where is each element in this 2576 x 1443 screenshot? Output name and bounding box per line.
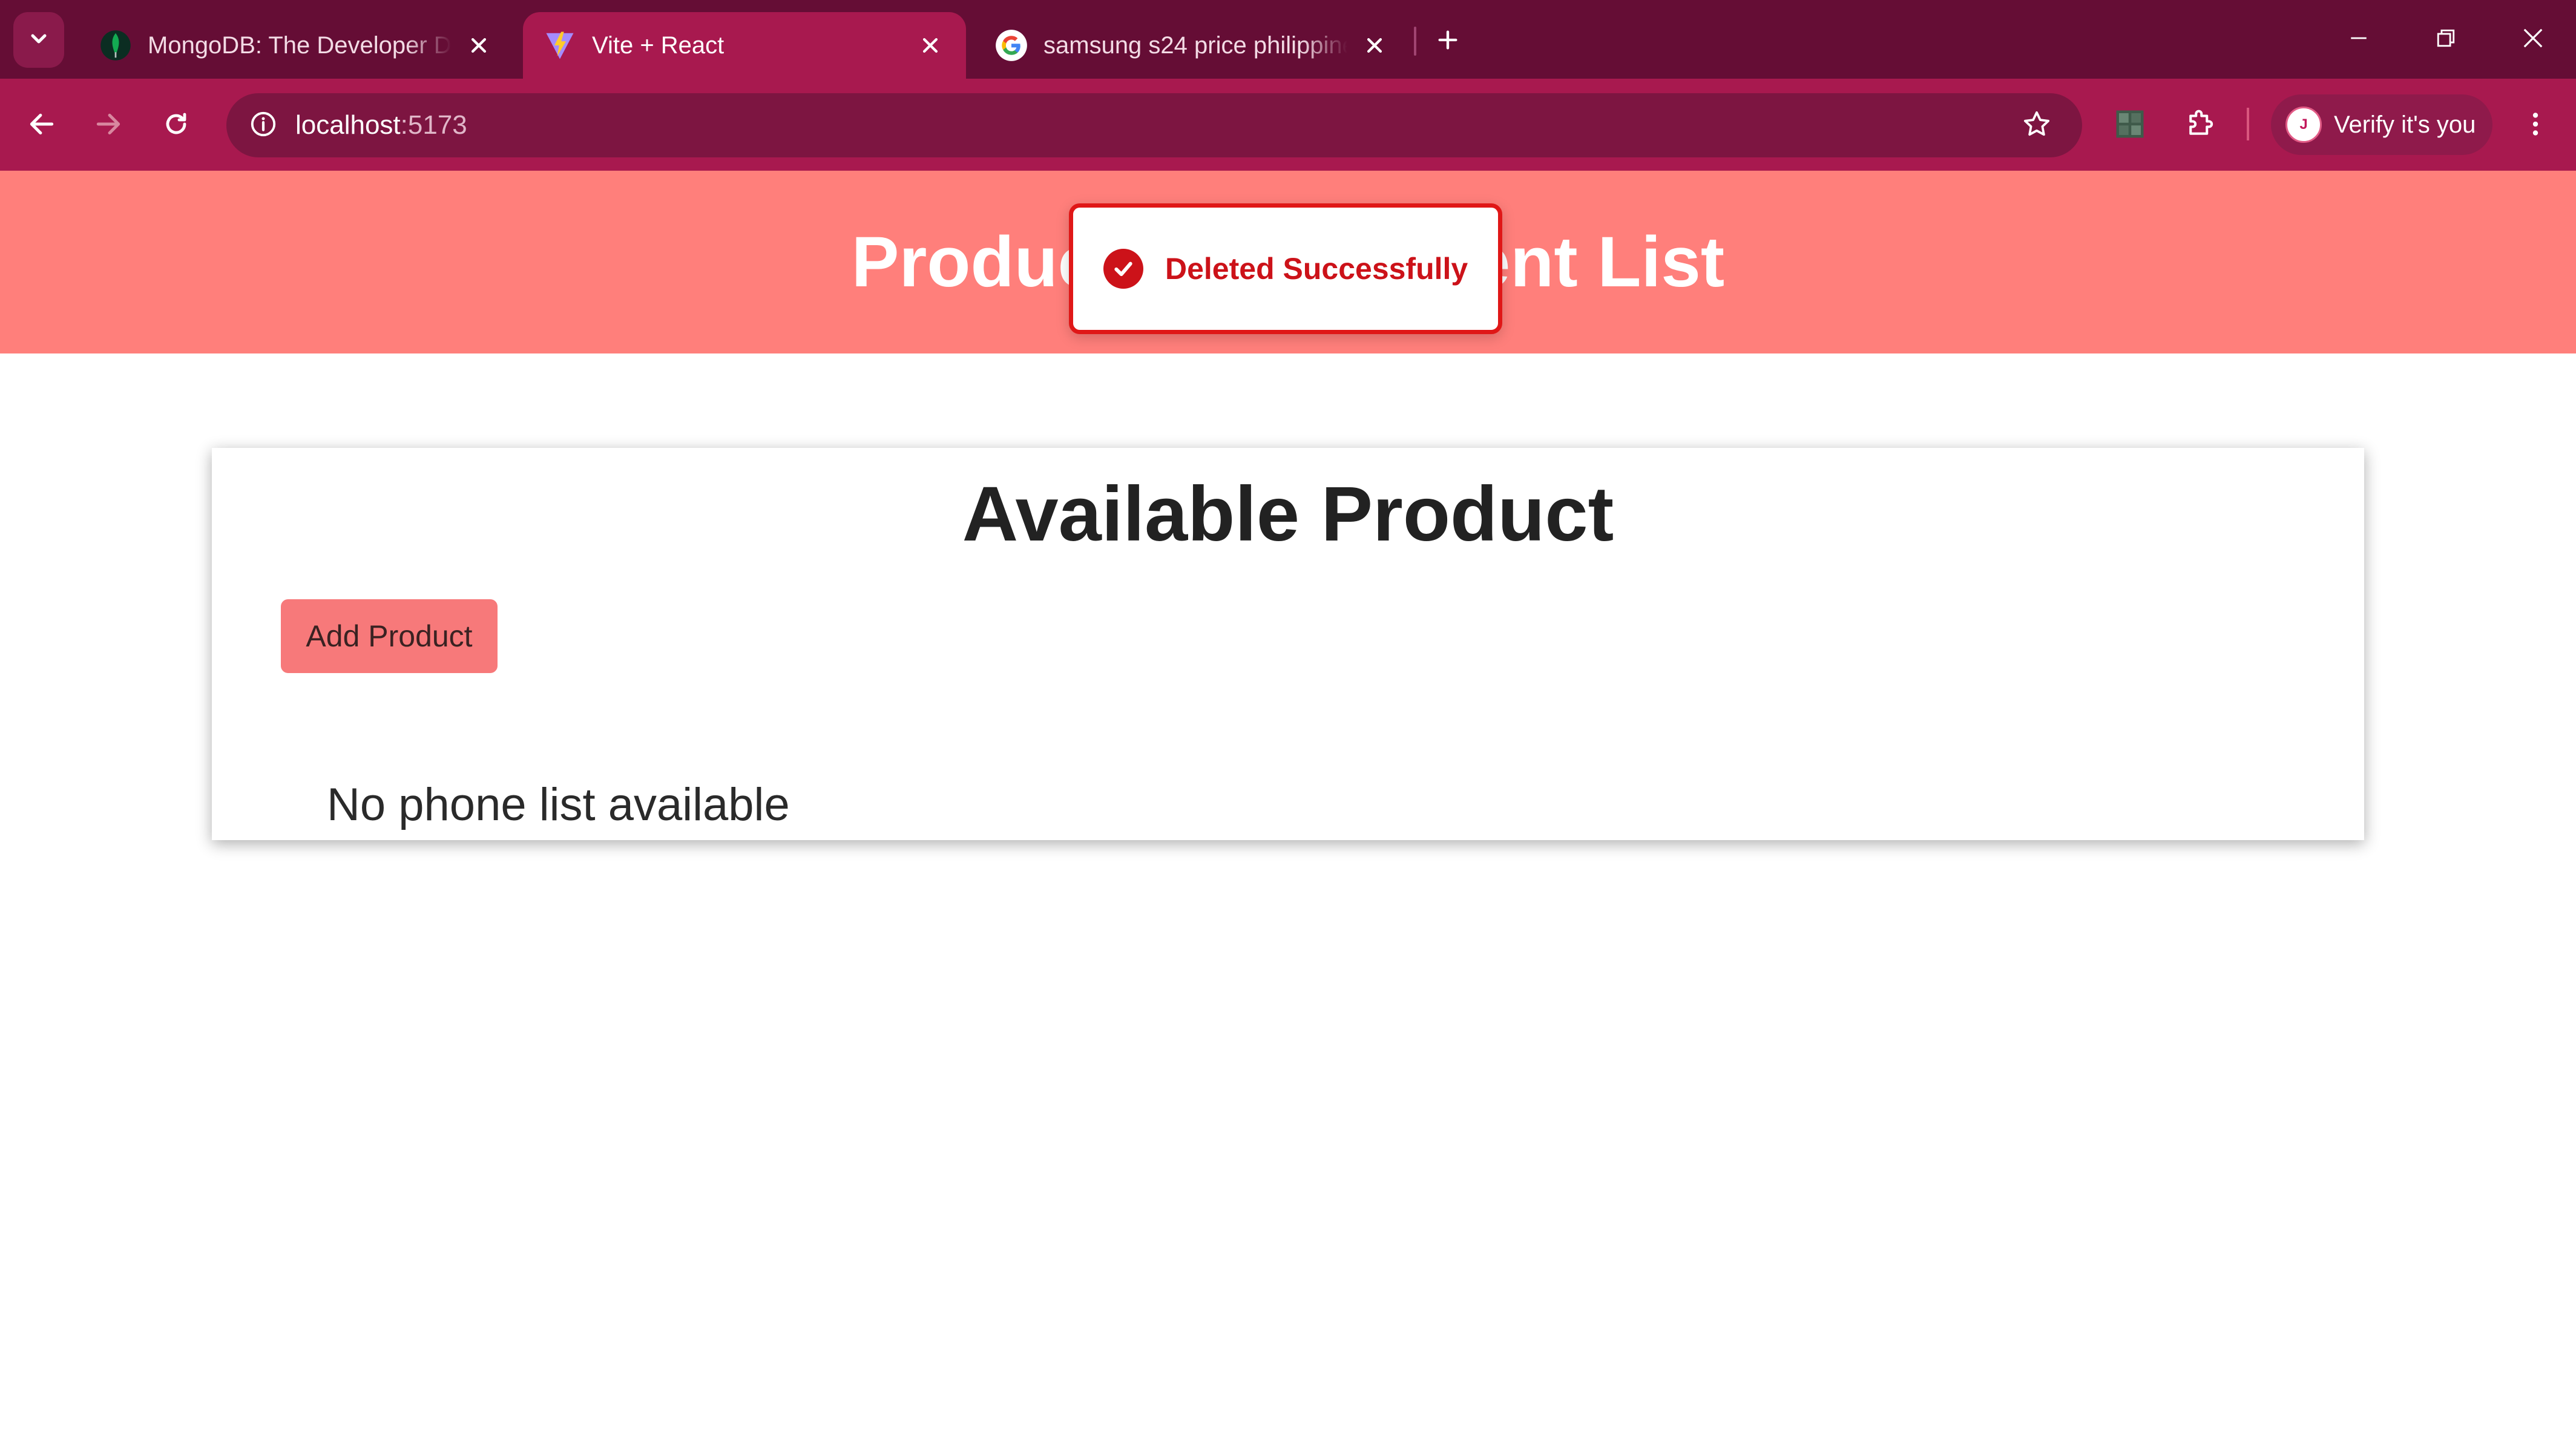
url-text[interactable]: localhost:5173 xyxy=(295,93,467,157)
close-icon xyxy=(2522,27,2545,53)
grid-extension-icon xyxy=(2114,108,2146,143)
product-card: Available Product Add Product No phone l… xyxy=(212,448,2364,840)
mongodb-leaf-icon xyxy=(99,29,132,62)
url-port: :5173 xyxy=(400,110,467,140)
toast-notification: Deleted Successfully xyxy=(1069,203,1502,334)
browser-toolbar: localhost:5173 J Verify it's you xyxy=(0,79,2576,171)
site-info-button[interactable] xyxy=(242,104,284,146)
forward-button[interactable] xyxy=(81,98,136,153)
address-bar[interactable]: localhost:5173 xyxy=(226,93,2082,157)
kebab-menu-icon xyxy=(2520,109,2551,142)
extension-button[interactable] xyxy=(2103,98,2157,153)
url-host: localhost xyxy=(295,110,401,140)
add-product-button[interactable]: Add Product xyxy=(281,599,498,673)
tab-title: samsung s24 price philippines - Google S… xyxy=(1043,31,1347,59)
window-close-button[interactable] xyxy=(2494,12,2572,67)
minimize-button[interactable] xyxy=(2319,12,2398,67)
card-title: Available Product xyxy=(962,471,1614,557)
toast-message: Deleted Successfully xyxy=(1165,252,1468,286)
reload-button[interactable] xyxy=(149,98,203,153)
tab-mongodb[interactable]: MongoDB: The Developer Data Platform xyxy=(79,12,514,79)
tab-divider xyxy=(1414,27,1416,56)
tab-title: MongoDB: The Developer Data Platform xyxy=(148,31,452,59)
close-icon[interactable] xyxy=(464,30,494,61)
restore-icon xyxy=(2436,28,2456,51)
star-icon xyxy=(2022,109,2052,142)
info-icon xyxy=(249,110,277,141)
minimize-icon xyxy=(2348,28,2369,51)
extensions-menu-button[interactable] xyxy=(2173,98,2227,153)
restore-button[interactable] xyxy=(2407,12,2485,67)
tab-strip: MongoDB: The Developer Data Platform Vit… xyxy=(0,0,2576,79)
profile-status-label: Verify it's you xyxy=(2334,111,2476,138)
close-icon[interactable] xyxy=(1359,30,1390,61)
tab-google-search[interactable]: samsung s24 price philippines - Google S… xyxy=(974,12,1410,79)
tab-title: Vite + React xyxy=(592,31,724,59)
chevron-down-icon xyxy=(27,27,51,54)
avatar: J xyxy=(2285,107,2322,143)
tab-search-button[interactable] xyxy=(13,12,64,68)
close-icon[interactable] xyxy=(915,30,945,61)
vite-icon xyxy=(544,29,576,62)
bookmark-button[interactable] xyxy=(2016,104,2058,146)
puzzle-icon xyxy=(2184,108,2216,143)
reload-icon xyxy=(162,110,191,142)
google-g-icon xyxy=(995,29,1028,62)
empty-state-message: No phone list available xyxy=(327,779,790,830)
back-button[interactable] xyxy=(15,98,69,153)
check-circle-icon xyxy=(1103,249,1143,289)
toolbar-separator xyxy=(2247,108,2249,140)
tab-vite-react[interactable]: Vite + React xyxy=(523,12,966,79)
new-tab-button[interactable] xyxy=(1425,22,1471,61)
menu-button[interactable] xyxy=(2508,98,2563,153)
plus-icon xyxy=(1436,28,1460,55)
profile-button[interactable]: J Verify it's you xyxy=(2271,94,2492,155)
arrow-right-icon xyxy=(93,109,123,142)
arrow-left-icon xyxy=(27,109,57,142)
